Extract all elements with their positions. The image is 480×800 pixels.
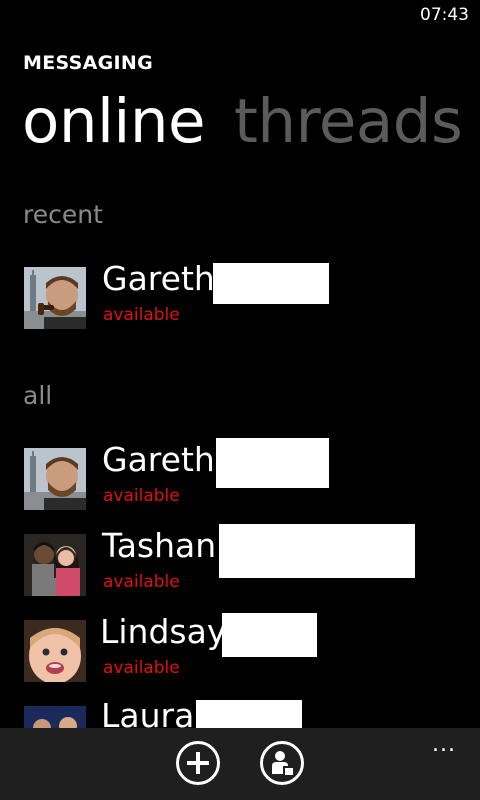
add-icon (187, 752, 209, 774)
section-header-recent: recent (23, 200, 103, 229)
status-clock: 07:43 (420, 5, 469, 25)
contact-status-icon (272, 751, 293, 775)
redacted-block (222, 613, 317, 657)
contact-row-gareth[interactable]: Gareth available (0, 438, 480, 528)
contact-name: Gareth (102, 259, 215, 298)
redacted-block (216, 438, 329, 488)
app-bar: ... (0, 728, 480, 800)
contact-row-lindsay[interactable]: Lindsay available (0, 612, 480, 700)
pivot-threads[interactable]: threads (234, 80, 463, 164)
contact-status: available (103, 572, 180, 592)
app-title: MESSAGING (23, 52, 153, 74)
contact-status: available (103, 658, 180, 678)
contact-avatar (24, 620, 86, 682)
contact-row-tashan[interactable]: Tashan available (0, 524, 480, 614)
add-button[interactable] (176, 741, 220, 785)
section-header-all: all (23, 381, 53, 410)
contact-avatar (24, 534, 86, 596)
more-options-button[interactable]: ... (432, 732, 456, 757)
contact-row-recent-gareth[interactable]: Gareth available (0, 259, 480, 347)
contact-avatar (24, 267, 86, 329)
contact-name: Gareth (102, 440, 215, 479)
redacted-block (219, 524, 415, 578)
contact-status: available (103, 305, 180, 325)
contact-avatar (24, 448, 86, 510)
set-status-button[interactable] (260, 741, 304, 785)
contact-name: Tashan (102, 526, 217, 565)
pivot-online[interactable]: online (22, 80, 206, 164)
redacted-block (213, 263, 329, 304)
contact-status: available (103, 486, 180, 506)
contact-name: Lindsay (100, 612, 227, 651)
